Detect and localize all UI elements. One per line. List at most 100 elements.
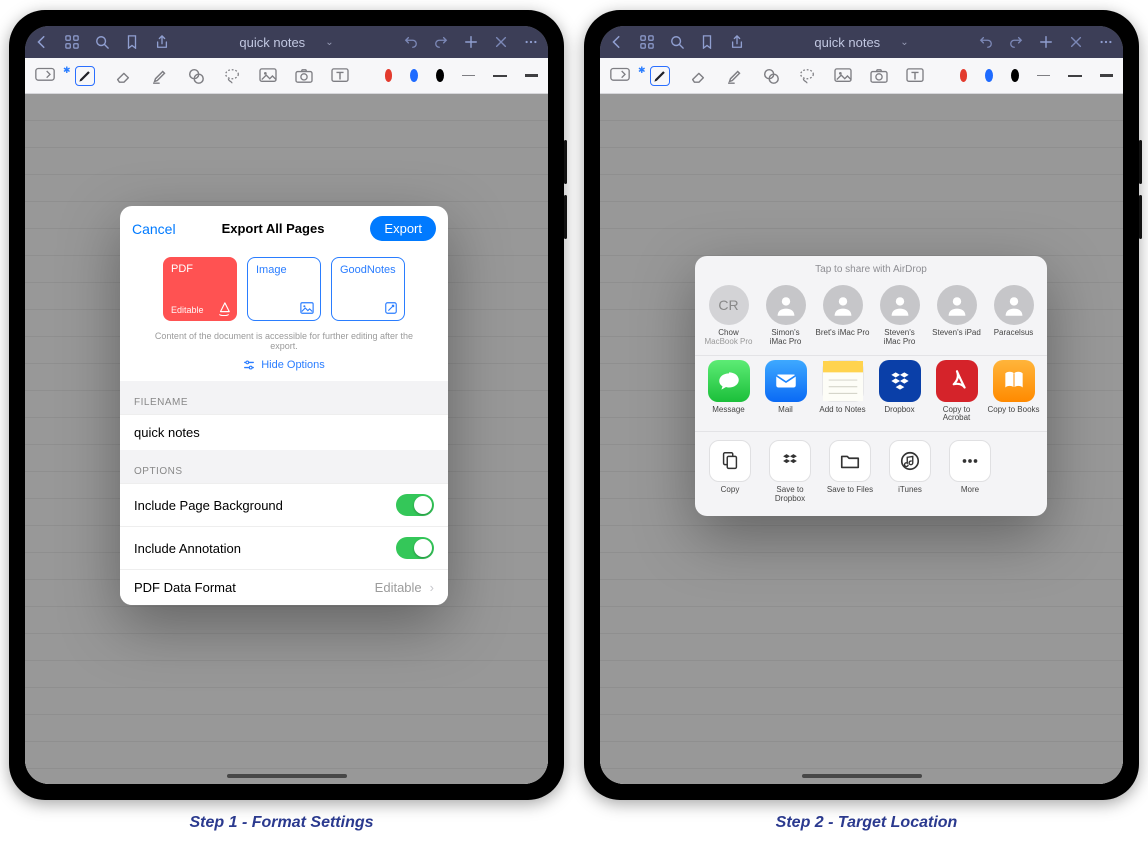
navbar: quick notes⌄ (600, 26, 1123, 58)
undo-icon[interactable] (404, 35, 418, 49)
stroke-thin[interactable] (1037, 75, 1050, 76)
toggle-page-bg[interactable] (396, 494, 434, 516)
export-button[interactable]: Export (370, 216, 436, 241)
action-save-files[interactable]: Save to Files (821, 440, 879, 504)
add-icon[interactable] (464, 35, 478, 49)
bookmark-icon[interactable] (125, 35, 139, 49)
readonly-toggle-icon[interactable] (35, 66, 55, 86)
search-icon[interactable] (95, 35, 109, 49)
cancel-button[interactable]: Cancel (132, 221, 176, 237)
option-page-bg[interactable]: Include Page Background (120, 483, 448, 526)
toggle-annotation[interactable] (396, 537, 434, 559)
color-black[interactable] (1011, 69, 1019, 82)
color-blue[interactable] (985, 69, 993, 82)
highlighter-icon[interactable] (151, 66, 169, 86)
color-red[interactable] (385, 69, 393, 82)
stroke-thin[interactable] (462, 75, 475, 76)
camera-icon[interactable] (870, 66, 888, 86)
avatar-initials: CR (709, 285, 749, 325)
navbar: quick notes⌄ (25, 26, 548, 58)
format-pdf[interactable]: PDF Editable (163, 257, 237, 321)
eraser-icon[interactable] (688, 66, 708, 86)
more-icon[interactable] (1099, 35, 1113, 49)
more-icon[interactable] (524, 35, 538, 49)
hide-options-button[interactable]: Hide Options (120, 359, 448, 381)
goodnotes-format-icon (384, 301, 398, 315)
airdrop-paracelsus[interactable]: Paracelsus (986, 285, 1041, 347)
folder-icon (829, 440, 871, 482)
airdrop-stevens-imac[interactable]: Steven'siMac Pro (872, 285, 927, 347)
action-save-dropbox[interactable]: Save to Dropbox (761, 440, 819, 504)
share-icon[interactable] (155, 35, 169, 49)
mail-icon (765, 360, 807, 402)
airdrop-simons[interactable]: Simon'siMac Pro (758, 285, 813, 347)
image-icon[interactable] (834, 66, 852, 86)
textbox-icon[interactable] (331, 66, 349, 86)
acrobat-icon (936, 360, 978, 402)
apps-row: Message Mail Add to Notes Dropbox (695, 356, 1047, 433)
color-black[interactable] (436, 69, 444, 82)
app-acrobat[interactable]: Copy to Acrobat (929, 360, 984, 424)
filename-label: FILENAME (120, 381, 448, 414)
grid-icon[interactable] (640, 35, 654, 49)
lasso-icon[interactable] (798, 66, 816, 86)
person-icon (766, 285, 806, 325)
format-goodnotes[interactable]: GoodNotes (331, 257, 405, 321)
pen-icon[interactable] (75, 66, 95, 86)
toolbar: ✱ (600, 58, 1123, 94)
action-more[interactable]: More (941, 440, 999, 504)
app-books[interactable]: Copy to Books (986, 360, 1041, 424)
highlighter-icon[interactable] (726, 66, 744, 86)
bookmark-icon[interactable] (700, 35, 714, 49)
pen-icon[interactable] (650, 66, 670, 86)
person-icon (937, 285, 977, 325)
document-title[interactable]: quick notes⌄ (744, 35, 979, 50)
option-data-format[interactable]: PDF Data Format Editable› (120, 569, 448, 605)
color-blue[interactable] (410, 69, 418, 82)
export-title: Export All Pages (222, 221, 325, 236)
camera-icon[interactable] (295, 66, 313, 86)
stroke-med[interactable] (493, 75, 506, 77)
search-icon[interactable] (670, 35, 684, 49)
app-mail[interactable]: Mail (758, 360, 813, 424)
close-icon[interactable] (494, 35, 508, 49)
undo-icon[interactable] (979, 35, 993, 49)
back-icon[interactable] (610, 35, 624, 49)
option-annotation[interactable]: Include Annotation (120, 526, 448, 569)
toolbar: ✱ (25, 58, 548, 94)
stroke-thick[interactable] (1100, 74, 1113, 77)
home-indicator (227, 774, 347, 778)
grid-icon[interactable] (65, 35, 79, 49)
stroke-med[interactable] (1068, 75, 1081, 77)
lasso-icon[interactable] (223, 66, 241, 86)
caption-left: Step 1 - Format Settings (4, 814, 559, 832)
readonly-toggle-icon[interactable] (610, 66, 630, 86)
airdrop-stevens-ipad[interactable]: Steven's iPad (929, 285, 984, 347)
filename-field[interactable]: quick notes (120, 414, 448, 450)
redo-icon[interactable] (1009, 35, 1023, 49)
image-icon[interactable] (259, 66, 277, 86)
action-copy[interactable]: Copy (701, 440, 759, 504)
person-icon (994, 285, 1034, 325)
textbox-icon[interactable] (906, 66, 924, 86)
airdrop-chow[interactable]: CR ChowMacBook Pro (701, 285, 756, 347)
document-title[interactable]: quick notes⌄ (169, 35, 404, 50)
redo-icon[interactable] (434, 35, 448, 49)
stroke-thick[interactable] (525, 74, 538, 77)
app-notes[interactable]: Add to Notes (815, 360, 870, 424)
eraser-icon[interactable] (113, 66, 133, 86)
app-dropbox[interactable]: Dropbox (872, 360, 927, 424)
format-image[interactable]: Image (247, 257, 321, 321)
app-message[interactable]: Message (701, 360, 756, 424)
color-red[interactable] (960, 69, 968, 82)
back-icon[interactable] (35, 35, 49, 49)
shapes-icon[interactable] (187, 66, 205, 86)
export-dialog: Cancel Export All Pages Export PDF Edita… (120, 206, 448, 605)
close-icon[interactable] (1069, 35, 1083, 49)
shapes-icon[interactable] (762, 66, 780, 86)
share-icon[interactable] (730, 35, 744, 49)
add-icon[interactable] (1039, 35, 1053, 49)
airdrop-brets[interactable]: Bret's iMac Pro (815, 285, 870, 347)
action-itunes[interactable]: iTunes (881, 440, 939, 504)
pdf-icon (217, 302, 231, 316)
